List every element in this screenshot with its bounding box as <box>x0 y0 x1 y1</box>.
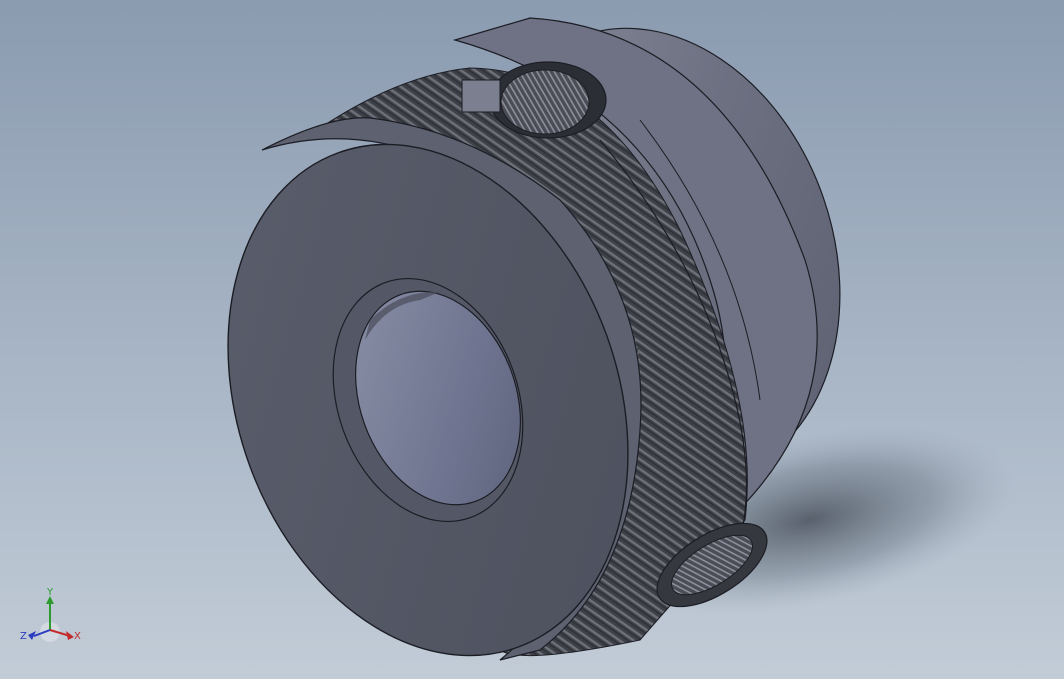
top-bore-inner <box>500 69 590 135</box>
top-slot <box>461 79 501 113</box>
x-axis-arrow-icon <box>66 631 74 640</box>
triad-z-label: Z <box>20 631 27 642</box>
model-view[interactable] <box>0 0 1064 679</box>
graphics-viewport[interactable]: Y X Z <box>0 0 1064 679</box>
triad-y-label: Y <box>46 587 54 598</box>
orientation-triad[interactable]: Y X Z <box>16 584 86 654</box>
triad-x-label: X <box>74 631 81 642</box>
